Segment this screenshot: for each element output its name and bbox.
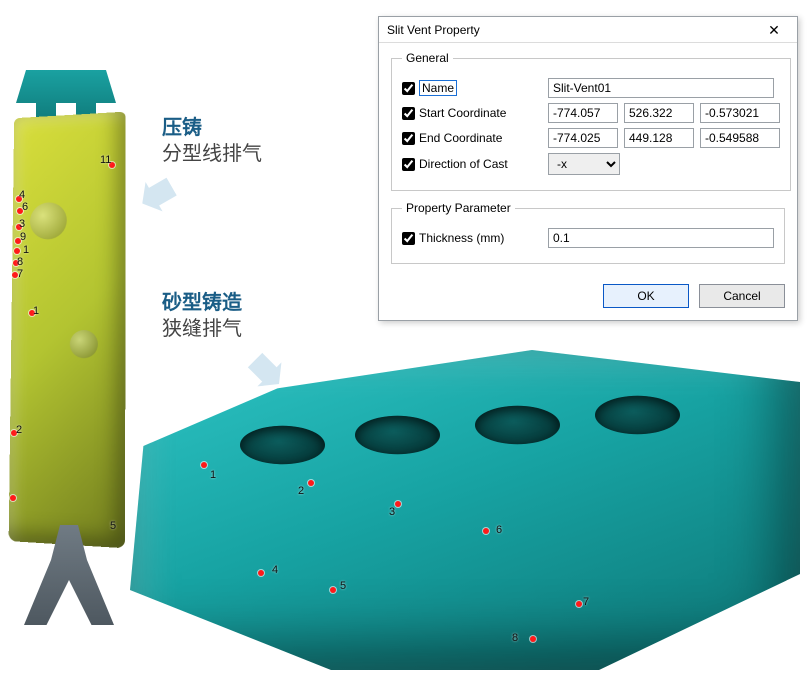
vent-number: 3 [19,218,25,230]
part-engine-block [130,350,800,670]
label-die-cast: 压铸 分型线排气 [162,115,262,167]
vent-number: 1 [23,244,29,256]
vent-number: 5 [110,520,116,532]
vent-number: 8 [512,632,518,644]
vent-marker [201,462,207,468]
cylinder-bore [595,396,680,435]
start-coord-label-text: Start Coordinate [419,106,506,120]
group-general-legend: General [402,51,453,65]
direction-label-text: Direction of Cast [419,157,508,171]
label-die-cast-sub: 分型线排气 [162,141,262,167]
close-button[interactable]: ✕ [757,20,791,40]
vent-number: 7 [583,596,589,608]
end-coord-label: End Coordinate [402,131,542,145]
vent-marker [330,587,336,593]
vent-marker [530,636,536,642]
start-y-input[interactable] [624,103,694,123]
vent-marker [308,480,314,486]
group-property-parameter: Property Parameter Thickness (mm) [391,201,785,264]
end-coord-checkbox[interactable] [402,132,415,145]
vent-number: 7 [17,268,23,280]
vent-number: 4 [19,189,25,201]
start-coord-label: Start Coordinate [402,106,542,120]
vent-marker [10,495,16,501]
cylinder-bore [240,426,325,465]
ok-button[interactable]: OK [603,284,689,308]
end-x-input[interactable] [548,128,618,148]
vent-number: 6 [496,524,502,536]
start-z-input[interactable] [700,103,780,123]
group-property-parameter-legend: Property Parameter [402,201,515,215]
thickness-label: Thickness (mm) [402,231,542,245]
dialog-title: Slit Vent Property [387,23,757,37]
vent-marker [395,501,401,507]
vent-number: 4 [272,564,278,576]
vent-marker [258,570,264,576]
end-z-input[interactable] [700,128,780,148]
thickness-label-text: Thickness (mm) [419,231,504,245]
close-icon: ✕ [768,23,780,37]
cylinder-bore [475,406,560,445]
vent-number: 6 [22,201,28,213]
label-sand-cast: 砂型铸造 狭缝排气 [162,290,242,342]
label-sand-cast-heading: 砂型铸造 [162,290,242,316]
vent-number: 1 [210,469,216,481]
vent-number: 2 [298,485,304,497]
vent-number: 11 [100,154,111,166]
part-die-cast [9,112,126,549]
name-label-text: Name [419,80,457,96]
cancel-button[interactable]: Cancel [699,284,785,308]
end-coord-label-text: End Coordinate [419,131,502,145]
label-sand-cast-sub: 狭缝排气 [162,316,242,342]
name-checkbox[interactable] [402,82,415,95]
start-x-input[interactable] [548,103,618,123]
end-y-input[interactable] [624,128,694,148]
vent-number: 1 [33,305,39,317]
direction-checkbox[interactable] [402,158,415,171]
vent-number: 2 [16,424,22,436]
direction-select[interactable]: -x+x-y+y-z+z [548,153,620,175]
arrow-icon [134,172,180,218]
group-general: General Name Start Coordinate [391,51,791,191]
name-label: Name [402,80,542,96]
dialog-titlebar[interactable]: Slit Vent Property ✕ [379,17,797,43]
vent-marker [576,601,582,607]
vent-number: 8 [17,256,23,268]
label-die-cast-heading: 压铸 [162,115,262,141]
thickness-checkbox[interactable] [402,232,415,245]
vent-number: 3 [389,506,395,518]
name-input[interactable] [548,78,774,98]
vent-marker [14,248,20,254]
direction-label: Direction of Cast [402,157,542,171]
vent-marker [483,528,489,534]
cylinder-bore [355,416,440,455]
vent-number: 9 [20,231,26,243]
start-coord-checkbox[interactable] [402,107,415,120]
slit-vent-property-dialog: Slit Vent Property ✕ General Name Start … [378,16,798,321]
thickness-input[interactable] [548,228,774,248]
vent-number: 5 [340,580,346,592]
